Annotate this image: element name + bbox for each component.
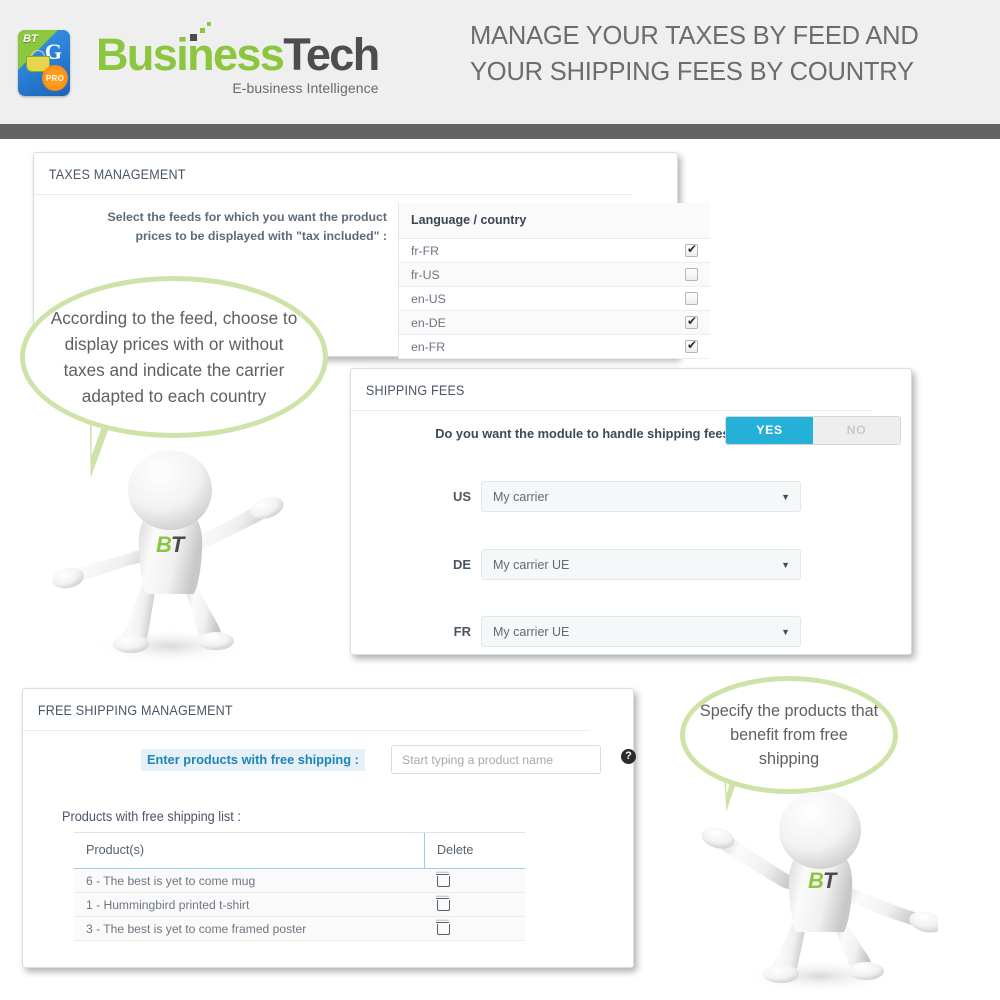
chevron-down-icon: ▼ <box>781 559 790 570</box>
tax-included-checkbox[interactable] <box>685 292 698 305</box>
table-row[interactable]: 3 - The best is yet to come framed poste… <box>74 917 525 941</box>
bt-mascot-figure-1: BT <box>52 448 288 670</box>
toggle-yes-button[interactable]: YES <box>726 417 813 444</box>
mascot-initials: BT <box>156 532 184 558</box>
shipping-handle-question: Do you want the module to handle shippin… <box>435 426 741 441</box>
page-root: BT G PRO BusinessTech E-business Intelli… <box>0 0 1000 1000</box>
page-title-line-1: MANAGE YOUR TAXES BY FEED AND <box>470 22 919 50</box>
callout-bubble-free-shipping-text: Specify the products that benefit from f… <box>699 702 879 768</box>
mascot-initial-t: T <box>170 532 184 557</box>
table-header-row: Product(s) Delete <box>74 833 525 869</box>
carrier-country-label: DE <box>452 557 471 572</box>
carrier-country-label: US <box>452 489 471 504</box>
mascot-initial-b: B <box>156 532 172 557</box>
language-label: en-FR <box>411 339 446 354</box>
carrier-select-value: My carrier UE <box>493 557 570 572</box>
carrier-country-label: FR <box>453 624 471 639</box>
free-shipping-products-table: Product(s) Delete 6 - The best is yet to… <box>74 832 525 941</box>
column-header-delete: Delete <box>437 843 474 857</box>
header-divider-band <box>0 124 1000 139</box>
enter-products-label: Enter products with free shipping : <box>141 749 365 771</box>
trash-icon[interactable] <box>436 921 450 935</box>
mascot-initials: BT <box>808 868 836 894</box>
help-icon[interactable]: ? <box>621 749 636 764</box>
product-name: 6 - The best is yet to come mug <box>86 873 256 888</box>
product-name: 1 - Hummingbird printed t-shirt <box>86 897 250 912</box>
table-row[interactable]: en-FR <box>399 335 710 359</box>
mascot-initial-b: B <box>808 868 824 893</box>
carrier-select-value: My carrier UE <box>493 624 570 639</box>
shipping-panel-title: SHIPPING FEES <box>351 369 872 411</box>
taxes-prompt-line-1: Select the feeds for which you want the … <box>107 210 387 224</box>
mascot-illustration <box>701 791 943 993</box>
shipping-fees-panel: SHIPPING FEES Do you want the module to … <box>350 368 912 655</box>
chevron-down-icon: ▼ <box>781 626 790 637</box>
tax-included-checkbox[interactable] <box>685 338 698 353</box>
page-title: MANAGE YOUR TAXES BY FEED AND YOUR SHIPP… <box>470 18 990 90</box>
brand-name-second: Tech <box>283 29 380 80</box>
brand-logo: BT G PRO BusinessTech E-business Intelli… <box>18 22 380 96</box>
carrier-row-us: US My carrier ▼ <box>351 481 911 512</box>
toggle-no-button[interactable]: NO <box>813 417 900 444</box>
language-country-column-header: Language / country <box>399 203 710 239</box>
table-row[interactable]: 1 - Hummingbird printed t-shirt <box>74 893 525 917</box>
mascot-initial-t: T <box>822 868 836 893</box>
brand-tagline: E-business Intelligence <box>232 80 379 96</box>
icon-bt-label: BT <box>23 33 38 45</box>
language-country-table: Language / country fr-FR fr-US en-US en-… <box>398 203 710 359</box>
callout-bubble-taxes: According to the feed, choose to display… <box>20 276 328 438</box>
carrier-row-fr: FR My carrier UE ▼ <box>351 616 911 647</box>
callout-bubble-free-shipping: Specify the products that benefit from f… <box>680 676 898 794</box>
trash-icon[interactable] <box>436 873 450 887</box>
tax-included-checkbox[interactable] <box>685 242 698 257</box>
delete-cell[interactable] <box>425 897 525 913</box>
language-label: en-US <box>411 291 446 306</box>
taxes-panel-title: TAXES MANAGEMENT <box>34 153 632 195</box>
language-label: en-DE <box>411 315 446 330</box>
page-title-line-2: YOUR SHIPPING FEES BY COUNTRY <box>470 58 914 86</box>
free-shipping-panel-title: FREE SHIPPING MANAGEMENT <box>23 689 591 731</box>
table-row[interactable]: 6 - The best is yet to come mug <box>74 869 525 893</box>
table-row[interactable]: fr-FR <box>399 239 710 263</box>
product-search-input[interactable]: Start typing a product name <box>391 745 601 774</box>
carrier-row-de: DE My carrier UE ▼ <box>351 549 911 580</box>
language-label: fr-US <box>411 267 440 282</box>
carrier-select-value: My carrier <box>493 489 549 504</box>
tax-included-checkbox[interactable] <box>685 268 698 281</box>
column-header-product: Product(s) <box>74 833 425 868</box>
page-header: BT G PRO BusinessTech E-business Intelli… <box>0 0 1000 124</box>
pro-label: PRO <box>45 73 65 83</box>
mascot-illustration <box>52 450 284 664</box>
free-shipping-management-panel: FREE SHIPPING MANAGEMENT Enter products … <box>22 688 636 968</box>
taxes-prompt-line-2: prices to be displayed with "tax include… <box>135 229 388 243</box>
language-label: fr-FR <box>411 243 439 258</box>
carrier-select-fr[interactable]: My carrier UE ▼ <box>481 616 801 647</box>
taxes-prompt: Select the feeds for which you want the … <box>42 208 387 246</box>
callout-bubble-taxes-text: According to the feed, choose to display… <box>50 308 298 406</box>
carrier-select-us[interactable]: My carrier ▼ <box>481 481 801 512</box>
tax-included-checkbox[interactable] <box>685 314 698 329</box>
delete-cell[interactable] <box>425 873 525 889</box>
shipping-handle-toggle[interactable]: YES NO <box>726 417 900 444</box>
table-row[interactable]: en-US <box>399 287 710 311</box>
trash-icon[interactable] <box>436 897 450 911</box>
table-row[interactable]: en-DE <box>399 311 710 335</box>
table-row[interactable]: fr-US <box>399 263 710 287</box>
bt-mascot-figure-2: BT <box>700 791 943 998</box>
free-shipping-list-label: Products with free shipping list : <box>62 809 241 824</box>
product-search-placeholder: Start typing a product name <box>402 752 554 767</box>
product-name: 3 - The best is yet to come framed poste… <box>86 921 307 936</box>
delete-cell[interactable] <box>425 921 525 937</box>
carrier-select-de[interactable]: My carrier UE ▼ <box>481 549 801 580</box>
chevron-down-icon: ▼ <box>781 491 790 502</box>
app-icon: BT G PRO <box>18 30 70 96</box>
pro-burst-icon: PRO <box>42 65 68 91</box>
brand-wordmark: BusinessTech E-business Intelligence <box>96 22 380 96</box>
